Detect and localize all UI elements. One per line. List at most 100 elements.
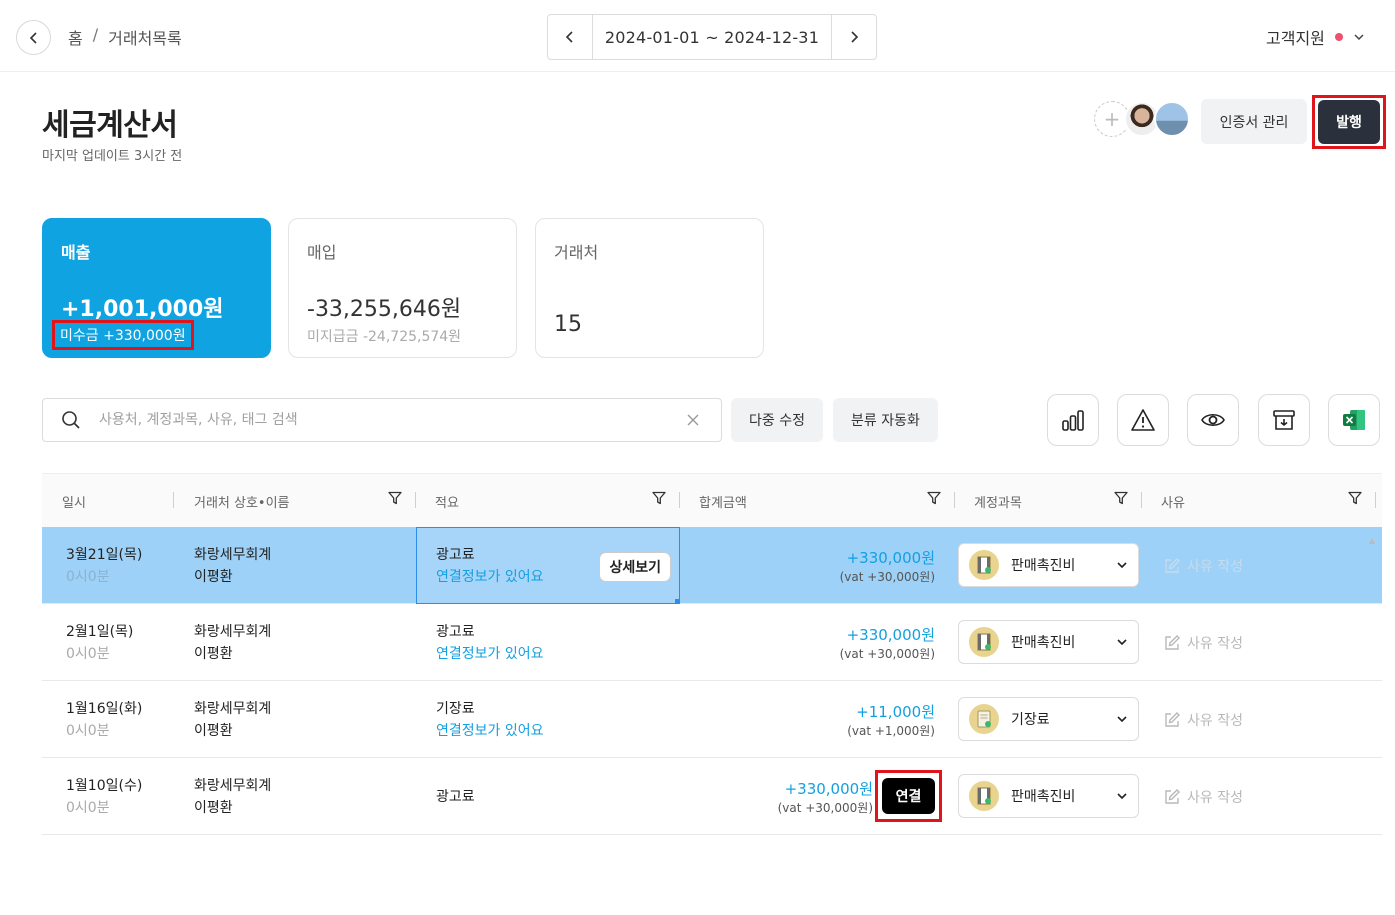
warning-button[interactable] — [1117, 394, 1169, 446]
eye-icon — [1201, 413, 1225, 427]
filter-icon[interactable] — [388, 491, 402, 505]
date-cell: 3월21일(목) 0시0분 — [66, 527, 142, 604]
column-date: 일시 — [42, 474, 174, 528]
filter-icon[interactable] — [1114, 491, 1128, 505]
table-row[interactable]: 3월21일(목) 0시0분 화랑세무회계 이평환 광고료 연결정보가 있어요 상… — [42, 527, 1382, 604]
search-bar — [42, 398, 722, 442]
filter-icon[interactable] — [927, 491, 941, 505]
amount-text: +330,000원 — [846, 548, 935, 567]
header-label: 적요 — [435, 495, 459, 511]
search-input[interactable] — [99, 412, 665, 428]
memo-cell[interactable]: 광고료 — [436, 758, 475, 835]
reason-placeholder: 사유 작성 — [1187, 712, 1243, 729]
breadcrumb-current[interactable]: 거래처목록 — [108, 25, 182, 49]
excel-export-button[interactable] — [1328, 394, 1380, 446]
card-amount: -33,255,646원 — [307, 297, 462, 322]
write-reason-button[interactable]: 사유 작성 — [1163, 527, 1243, 604]
auto-classify-button[interactable]: 분류 자동화 — [833, 398, 938, 442]
breadcrumb-home[interactable]: 홈 — [68, 25, 83, 49]
issue-button[interactable]: 발행 — [1318, 100, 1380, 144]
avatar[interactable] — [1154, 101, 1190, 137]
support-label: 고객지원 — [1266, 29, 1325, 48]
chart-button[interactable] — [1047, 394, 1099, 446]
account-label: 기장료 — [1011, 712, 1050, 728]
filter-icon[interactable] — [1348, 491, 1362, 505]
amount-text: +11,000원 — [856, 702, 935, 721]
header-label: 계정과목 — [974, 495, 1022, 511]
breadcrumb-separator: / — [92, 25, 99, 44]
company-cell: 화랑세무회계 이평환 — [194, 604, 271, 681]
account-select[interactable]: 판매촉진비 — [958, 620, 1139, 664]
certificate-manage-button[interactable]: 인증서 관리 — [1201, 99, 1307, 144]
header-label: 일시 — [62, 495, 86, 511]
table-row[interactable]: 2월1일(목) 0시0분 화랑세무회계 이평환 광고료 연결정보가 있어요 +3… — [42, 604, 1382, 681]
prev-range-button[interactable] — [548, 15, 593, 59]
breadcrumb: 홈 / 거래처목록 — [68, 25, 182, 49]
connect-button[interactable]: 연결 — [882, 778, 935, 814]
company-cell: 화랑세무회계 이평환 — [194, 681, 271, 758]
amount-cell: +330,000원 (vat +30,000원) — [680, 758, 873, 835]
connection-info-link[interactable]: 연결정보가 있어요 — [436, 720, 544, 742]
card-label: 매출 — [61, 243, 91, 262]
film-icon — [969, 627, 999, 657]
purchase-card[interactable]: 매입 -33,255,646원 미지급금 -24,725,574원 — [288, 218, 517, 358]
card-amount: 15 — [554, 312, 582, 337]
table-row[interactable]: 1월16일(화) 0시0분 화랑세무회계 이평환 기장료 연결정보가 있어요 +… — [42, 681, 1382, 758]
account-select[interactable]: 기장료 — [958, 697, 1139, 741]
date-cell: 1월10일(수) 0시0분 — [66, 758, 142, 835]
time-text: 0시0분 — [66, 799, 110, 816]
bulk-edit-button[interactable]: 다중 수정 — [731, 398, 823, 442]
edit-icon — [1165, 711, 1180, 727]
date-range-text[interactable]: 2024-01-01 ~ 2024-12-31 — [593, 15, 831, 59]
member-avatars: + — [1094, 101, 1190, 139]
amount-text: +330,000원 — [784, 779, 873, 798]
connect-button-highlight: 연결 — [875, 770, 942, 822]
clear-search-icon[interactable] — [665, 414, 721, 426]
chevron-down-icon — [1117, 716, 1127, 723]
amount-cell: +330,000원 (vat +30,000원) — [680, 527, 935, 604]
connection-info-link[interactable]: 연결정보가 있어요 — [436, 643, 544, 665]
sales-card[interactable]: 매출 +1,001,000원 미수금 +330,000원 — [42, 218, 271, 358]
column-reason: 사유 — [1142, 474, 1376, 528]
archive-download-icon — [1273, 410, 1295, 430]
chevron-left-icon — [29, 31, 37, 44]
account-select[interactable]: 판매촉진비 — [958, 774, 1139, 818]
memo-cell[interactable]: 기장료 연결정보가 있어요 — [436, 681, 544, 758]
chevron-down-icon — [1117, 793, 1127, 800]
view-button[interactable] — [1187, 394, 1239, 446]
detail-view-button[interactable]: 상세보기 — [599, 552, 671, 582]
vat-text: (vat +1,000원) — [847, 723, 935, 738]
write-reason-button[interactable]: 사유 작성 — [1163, 758, 1243, 835]
account-select[interactable]: 판매촉진비 — [958, 543, 1139, 587]
memo-cell[interactable]: 광고료 연결정보가 있어요 — [436, 604, 544, 681]
amount-cell: +11,000원 (vat +1,000원) — [680, 681, 935, 758]
header-label: 합계금액 — [699, 495, 747, 511]
column-account: 계정과목 — [955, 474, 1142, 528]
search-icon — [43, 410, 99, 430]
clients-card[interactable]: 거래처 15 — [535, 218, 764, 358]
company-name: 화랑세무회계 — [194, 546, 272, 563]
edit-icon — [1165, 788, 1180, 804]
memo-text: 광고료 — [436, 788, 475, 805]
customer-support-menu[interactable]: 고객지원 — [1266, 25, 1365, 49]
scrollbar-up-arrow[interactable]: ▲ — [1369, 536, 1375, 545]
write-reason-button[interactable]: 사유 작성 — [1163, 681, 1243, 758]
filter-icon[interactable] — [652, 491, 666, 505]
memo-cell[interactable]: 광고료 연결정보가 있어요 상세보기 — [416, 527, 680, 604]
write-reason-button[interactable]: 사유 작성 — [1163, 604, 1243, 681]
card-label: 거래처 — [554, 243, 599, 262]
date-cell: 2월1일(목) 0시0분 — [66, 604, 133, 681]
time-text: 0시0분 — [66, 722, 110, 739]
back-button[interactable] — [16, 20, 51, 55]
archive-button[interactable] — [1258, 394, 1310, 446]
plus-icon: + — [1103, 107, 1121, 131]
chevron-down-icon — [1117, 562, 1127, 569]
table-row[interactable]: 1월10일(수) 0시0분 화랑세무회계 이평환 광고료 +330,000원 (… — [42, 758, 1382, 835]
last-update-text: 마지막 업데이트 3시간 전 — [42, 149, 183, 164]
time-text: 0시0분 — [66, 645, 110, 662]
top-bar: 홈 / 거래처목록 2024-01-01 ~ 2024-12-31 고객지원 — [0, 0, 1395, 72]
date-text: 1월16일(화) — [66, 700, 143, 717]
next-range-button[interactable] — [831, 15, 876, 59]
date-range-picker: 2024-01-01 ~ 2024-12-31 — [547, 14, 877, 60]
time-text: 0시0분 — [66, 568, 110, 585]
